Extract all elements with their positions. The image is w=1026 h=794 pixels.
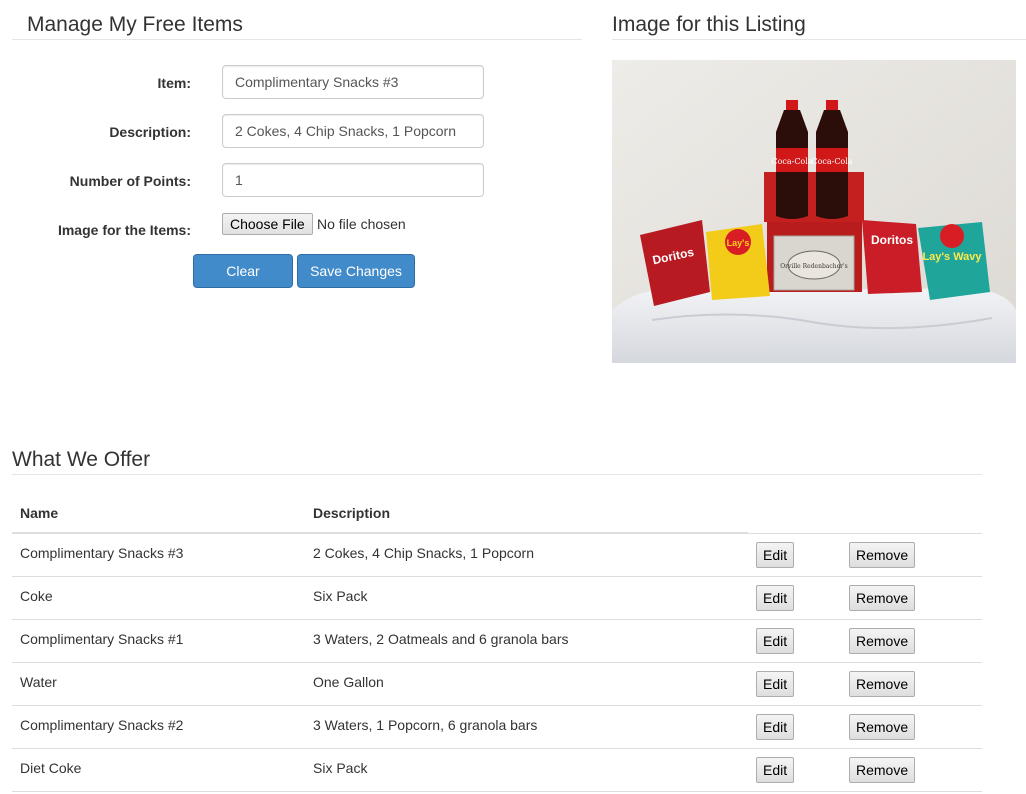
listing-title: Image for this Listing bbox=[612, 13, 806, 36]
row-description: 3 Waters, 1 Popcorn, 6 granola bars bbox=[305, 704, 748, 748]
lays-wavy-label: Lay's Wavy bbox=[922, 251, 982, 263]
popcorn-label: Orville Redenbacher's bbox=[780, 263, 848, 270]
table-row: Complimentary Snacks #3 2 Cokes, 4 Chip … bbox=[12, 532, 982, 576]
listing-title-divider bbox=[612, 39, 1026, 40]
row-name: Water bbox=[12, 661, 305, 705]
lays-bag-yellow: Lay's bbox=[706, 224, 770, 300]
table-row: Complimentary Snacks #2 3 Waters, 1 Popc… bbox=[12, 704, 982, 748]
edit-button[interactable]: Edit bbox=[756, 584, 795, 611]
coke-label-right: Coca-Cola bbox=[811, 157, 852, 166]
row-description: 3 Waters, 2 Oatmeals and 6 granola bars bbox=[305, 618, 748, 662]
edit-button[interactable]: Edit bbox=[756, 756, 795, 783]
file-status-text: No file chosen bbox=[317, 216, 406, 232]
remove-button[interactable]: Remove bbox=[849, 541, 916, 568]
row-description: One Gallon bbox=[305, 661, 748, 705]
manage-title: Manage My Free Items bbox=[27, 13, 243, 36]
remove-button[interactable]: Remove bbox=[849, 713, 916, 740]
clear-fields-button[interactable]: Clear Fields bbox=[193, 254, 293, 311]
offers-header-row: Name Description bbox=[12, 494, 982, 534]
description-input[interactable] bbox=[222, 114, 484, 148]
doritos-bag-right: Doritos bbox=[862, 220, 922, 294]
row-name: Complimentary Snacks #2 bbox=[12, 704, 305, 748]
item-label: Item: bbox=[157, 75, 191, 91]
edit-button[interactable]: Edit bbox=[756, 627, 795, 654]
edit-button[interactable]: Edit bbox=[756, 541, 795, 568]
points-input[interactable] bbox=[222, 163, 484, 197]
lays-label-yellow: Lay's bbox=[727, 238, 750, 248]
image-label: Image for the Items: bbox=[57, 222, 191, 238]
row-name: Diet Coke bbox=[12, 747, 305, 792]
column-header-name: Name bbox=[12, 494, 305, 534]
column-header-edit bbox=[748, 494, 841, 533]
remove-button[interactable]: Remove bbox=[849, 670, 916, 697]
offers-title: What We Offer bbox=[12, 448, 151, 471]
popcorn-box: Orville Redenbacher's bbox=[773, 235, 855, 291]
row-name: Complimentary Snacks #1 bbox=[12, 618, 305, 662]
offers-table: Name Description Complimentary Snacks #3… bbox=[12, 494, 982, 792]
choose-file-button[interactable]: Choose File bbox=[222, 213, 313, 235]
table-row: Coke Six Pack Edit Remove bbox=[12, 575, 982, 619]
column-header-remove bbox=[841, 494, 982, 533]
snacks-photo: Coca-Cola Coca-Cola Doritos Lay's Orvill… bbox=[612, 60, 1016, 363]
coke-label-left: Coca-Cola bbox=[771, 157, 812, 166]
edit-button[interactable]: Edit bbox=[756, 670, 795, 697]
row-name: Coke bbox=[12, 575, 305, 619]
offers-title-divider bbox=[12, 474, 982, 475]
table-row: Water One Gallon Edit Remove bbox=[12, 661, 982, 705]
table-row: Complimentary Snacks #1 3 Waters, 2 Oatm… bbox=[12, 618, 982, 662]
doritos-label-right: Doritos bbox=[871, 233, 913, 247]
manage-title-divider bbox=[12, 39, 582, 40]
remove-button[interactable]: Remove bbox=[849, 627, 916, 654]
edit-button[interactable]: Edit bbox=[756, 713, 795, 740]
points-label: Number of Points: bbox=[69, 173, 191, 189]
lays-wavy-bag: Lay's Wavy bbox=[918, 222, 990, 300]
remove-button[interactable]: Remove bbox=[849, 756, 916, 783]
row-description: Six Pack bbox=[305, 575, 748, 619]
row-description: 2 Cokes, 4 Chip Snacks, 1 Popcorn bbox=[305, 532, 748, 576]
save-changes-button[interactable]: Save Changes bbox=[297, 254, 415, 288]
remove-button[interactable]: Remove bbox=[849, 584, 916, 611]
column-header-description: Description bbox=[305, 494, 748, 534]
row-name: Complimentary Snacks #3 bbox=[12, 532, 305, 576]
listing-image: Coca-Cola Coca-Cola Doritos Lay's Orvill… bbox=[612, 60, 1016, 363]
item-input[interactable] bbox=[222, 65, 484, 99]
table-row: Diet Coke Six Pack Edit Remove bbox=[12, 747, 982, 792]
description-label: Description: bbox=[109, 124, 191, 140]
row-description: Six Pack bbox=[305, 747, 748, 792]
